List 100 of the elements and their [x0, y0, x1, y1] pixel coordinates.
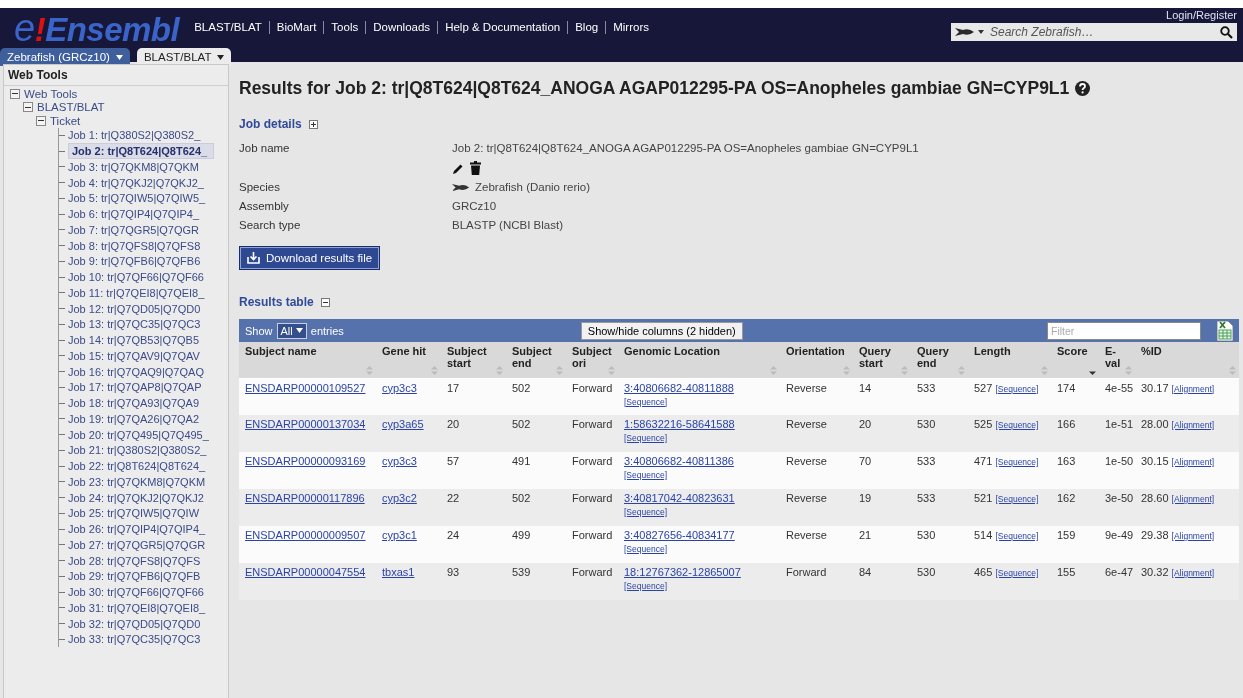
login-link[interactable]: Login/Register [1166, 9, 1237, 21]
column-header[interactable]: Query end [911, 342, 968, 378]
filter-field[interactable]: Filter [1047, 321, 1201, 340]
download-button[interactable]: Download results file [239, 246, 381, 270]
nav-link[interactable]: Downloads [365, 21, 438, 34]
sequence-link[interactable]: [Sequence] [995, 420, 1039, 430]
job-item[interactable]: Job 8: tr|Q7QFS8|Q7QFS8 [68, 239, 201, 252]
job-item[interactable]: Job 25: tr|Q7QIW5|Q7QIW [68, 507, 200, 520]
alignment-link[interactable]: [Alignment] [1171, 457, 1215, 467]
column-header[interactable]: Subject end [506, 342, 566, 378]
job-item[interactable]: Job 27: tr|Q7QGR5|Q7QGR [68, 538, 206, 551]
column-header[interactable]: E-val [1099, 342, 1135, 378]
trash-icon[interactable] [470, 161, 481, 175]
sequence-link[interactable]: [Sequence] [624, 507, 667, 517]
columns-button[interactable]: Show/hide columns (2 hidden) [580, 321, 743, 340]
job-item[interactable]: Job 11: tr|Q7QEI8|Q7QEI8_ [68, 286, 205, 299]
job-item[interactable]: Job 32: tr|Q7QD05|Q7QD0 [68, 617, 201, 630]
job-item[interactable]: Job 20: tr|Q7Q495|Q7Q495_ [68, 428, 209, 441]
column-header[interactable]: Score [1051, 342, 1099, 378]
nav-link[interactable]: Tools [323, 21, 366, 34]
section-toggle[interactable]: Results table [239, 295, 314, 309]
job-item[interactable]: Job 28: tr|Q7QFS8|Q7QFS [68, 554, 201, 567]
location-link[interactable]: 18:12767362-12865007 [624, 566, 741, 578]
job-item[interactable]: Job 13: tr|Q7QC35|Q7QC3 [68, 318, 201, 331]
collapse-icon[interactable] [320, 297, 330, 307]
alignment-link[interactable]: [Alignment] [1171, 420, 1215, 430]
job-item[interactable]: Job 21: tr|Q380S2|Q380S2_ [68, 444, 207, 457]
job-item[interactable]: Job 24: tr|Q7QKJ2|Q7QKJ2 [68, 491, 204, 504]
sequence-link[interactable]: [Sequence] [995, 531, 1039, 541]
section-toggle[interactable]: Job details [239, 117, 302, 131]
search-icon[interactable] [1220, 25, 1233, 39]
column-header[interactable]: Length [968, 342, 1051, 378]
job-item[interactable]: Job 18: tr|Q7QA93|Q7QA9 [68, 397, 200, 410]
column-header[interactable]: Subject start [441, 342, 506, 378]
spreadsheet-icon[interactable] [1217, 320, 1233, 341]
job-item[interactable]: Job 5: tr|Q7QIW5|Q7QIW5_ [68, 192, 206, 205]
gene-link[interactable]: cyp3c3 [382, 381, 417, 394]
alignment-link[interactable]: [Alignment] [1171, 568, 1215, 578]
column-header[interactable]: Orientation [780, 342, 853, 378]
sequence-link[interactable]: [Sequence] [624, 581, 667, 591]
job-item[interactable]: Job 12: tr|Q7QD05|Q7QD0 [68, 302, 201, 315]
job-item[interactable]: Job 16: tr|Q7QAQ9|Q7QAQ [68, 365, 204, 378]
gene-link[interactable]: cyp3c3 [382, 455, 417, 467]
job-item[interactable]: Job 19: tr|Q7QA26|Q7QA2 [68, 412, 200, 425]
search-field[interactable]: Search Zebrafish… [987, 25, 1217, 39]
column-header[interactable]: %ID [1135, 342, 1239, 378]
alignment-link[interactable]: [Alignment] [1171, 383, 1215, 394]
location-link[interactable]: 3:40817042-40823631 [624, 492, 735, 504]
job-item[interactable]: Job 7: tr|Q7QGR5|Q7QGR [68, 223, 200, 236]
job-item[interactable]: Job 33: tr|Q7QC35|Q7QC3 [68, 633, 201, 646]
sequence-link[interactable]: [Sequence] [995, 568, 1039, 578]
job-item[interactable]: Job 17: tr|Q7QAP8|Q7QAP [68, 381, 202, 394]
column-header[interactable]: Genomic Location [618, 342, 780, 378]
job-item[interactable]: Job 26: tr|Q7QIP4|Q7QIP4_ [68, 523, 206, 536]
sequence-link[interactable]: [Sequence] [995, 383, 1039, 394]
job-item[interactable]: Job 14: tr|Q7QB53|Q7QB5 [68, 334, 200, 347]
gene-link[interactable]: cyp3c2 [382, 492, 417, 504]
nav-link[interactable]: Help & Documentation [437, 21, 568, 34]
job-item[interactable]: Job 30: tr|Q7QF66|Q7QF66 [68, 586, 204, 599]
nav-link[interactable]: Blog [567, 21, 606, 34]
job-item[interactable]: Job 6: tr|Q7QIP4|Q7QIP4_ [68, 208, 200, 221]
job-item[interactable]: Job 1: tr|Q380S2|Q380S2_ [68, 129, 201, 142]
gene-link[interactable]: tbxas1 [382, 566, 415, 578]
location-link[interactable]: 3:40806682-40811386 [624, 455, 734, 467]
help-icon[interactable] [1075, 81, 1091, 96]
sequence-link[interactable]: [Sequence] [995, 457, 1039, 467]
expand-icon[interactable] [308, 119, 318, 129]
job-item[interactable]: Job 10: tr|Q7QF66|Q7QF66 [68, 271, 204, 284]
pencil-icon[interactable] [452, 163, 464, 175]
column-header[interactable]: Query start [853, 342, 911, 378]
collapse-icon[interactable] [10, 88, 20, 99]
column-header[interactable]: Gene hit [376, 342, 441, 378]
job-item[interactable]: Job 22: tr|Q8T624|Q8T624_ [68, 460, 206, 473]
alignment-link[interactable]: [Alignment] [1171, 531, 1215, 541]
sequence-link[interactable]: [Sequence] [995, 494, 1039, 504]
column-header[interactable]: Subject ori [566, 342, 618, 378]
collapse-icon[interactable] [23, 102, 33, 113]
sequence-link[interactable]: [Sequence] [624, 470, 667, 480]
column-header[interactable]: Subject name [239, 342, 376, 378]
location-link[interactable]: 1:58632216-58641588 [624, 418, 735, 430]
job-item[interactable]: Job 23: tr|Q7QKM8|Q7QKM [68, 475, 206, 488]
nav-link[interactable]: Mirrors [605, 21, 656, 34]
nav-link[interactable]: BLAST/BLAT [187, 21, 269, 34]
location-link[interactable]: 3:40827656-40834177 [624, 529, 735, 541]
sequence-link[interactable]: [Sequence] [624, 544, 667, 554]
sequence-link[interactable]: [Sequence] [624, 396, 667, 407]
sequence-link[interactable]: [Sequence] [624, 433, 667, 443]
tree-item[interactable]: Web Tools [24, 87, 78, 100]
alignment-link[interactable]: [Alignment] [1171, 494, 1215, 504]
job-item[interactable]: Job 4: tr|Q7QKJ2|Q7QKJ2_ [68, 176, 204, 189]
job-item[interactable]: Job 3: tr|Q7QKM8|Q7QKM [68, 160, 200, 173]
job-item[interactable]: Job 29: tr|Q7QFB6|Q7QFB [68, 570, 201, 583]
job-item[interactable]: Job 31: tr|Q7QEI8|Q7QEI8_ [68, 601, 206, 614]
job-item[interactable]: Job 15: tr|Q7QAV9|Q7QAV [68, 349, 200, 362]
nav-link[interactable]: BioMart [268, 21, 324, 34]
tree-item[interactable]: BLAST/BLAT [37, 101, 105, 114]
collapse-icon[interactable] [36, 115, 46, 126]
job-item[interactable]: Job 9: tr|Q7QFB6|Q7QFB6 [68, 255, 201, 268]
gene-link[interactable]: cyp3c1 [382, 529, 417, 541]
location-link[interactable]: 3:40806682-40811888 [624, 381, 734, 394]
